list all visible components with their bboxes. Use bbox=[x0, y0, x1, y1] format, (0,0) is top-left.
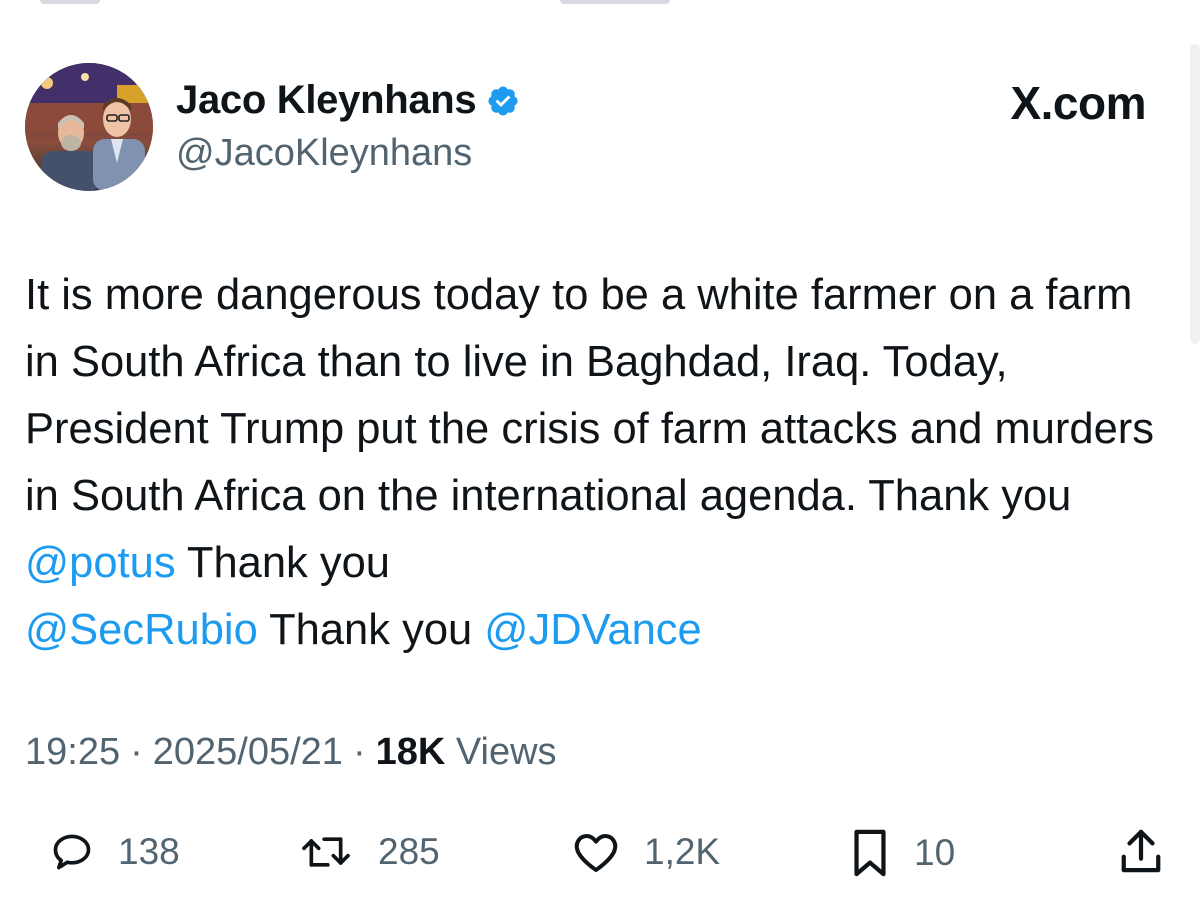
meta-separator: · bbox=[130, 731, 143, 773]
verified-badge-icon bbox=[486, 84, 520, 118]
views-label: Views bbox=[455, 731, 557, 773]
repost-button[interactable]: 285 bbox=[298, 830, 440, 874]
reply-icon bbox=[50, 830, 94, 874]
previous-tweet-edge bbox=[0, 0, 1200, 6]
author-name-row[interactable]: Jaco Kleynhans bbox=[176, 78, 520, 123]
bookmark-button[interactable]: 10 bbox=[850, 828, 955, 878]
mention-secrubio[interactable]: @SecRubio bbox=[25, 606, 258, 654]
bookmark-count: 10 bbox=[914, 832, 956, 873]
share-button[interactable] bbox=[1118, 826, 1164, 876]
tweet-date[interactable]: 2025/05/21 bbox=[153, 731, 343, 774]
like-button[interactable]: 1,2K bbox=[572, 830, 720, 874]
scrollbar[interactable] bbox=[1190, 44, 1200, 344]
meta-separator: · bbox=[352, 731, 366, 773]
tweet-text-part: Thank you bbox=[257, 606, 485, 654]
mention-jdvance[interactable]: @JDVance bbox=[484, 606, 701, 654]
author-handle[interactable]: @JacoKleynhans bbox=[176, 132, 472, 175]
tweet-text-part: Thank you bbox=[175, 539, 390, 587]
like-count: 1,2K bbox=[644, 831, 721, 872]
reply-count: 138 bbox=[118, 831, 180, 872]
tweet-text-part: It is more dangerous today to be a white… bbox=[25, 271, 1155, 520]
repost-icon bbox=[298, 830, 354, 874]
bookmark-icon bbox=[850, 828, 890, 878]
tweet-meta: 19:25 · 2025/05/21 · 18K Views bbox=[25, 731, 557, 774]
repost-count: 285 bbox=[378, 831, 440, 872]
display-name[interactable]: Jaco Kleynhans bbox=[176, 78, 477, 123]
views-count: 18K bbox=[375, 731, 446, 773]
brand-logo-text: X.com bbox=[1010, 77, 1146, 129]
avatar-photo bbox=[25, 63, 153, 191]
mention-potus[interactable]: @potus bbox=[25, 539, 176, 587]
share-icon bbox=[1118, 826, 1164, 876]
tweet-time[interactable]: 19:25 bbox=[25, 731, 120, 774]
like-icon bbox=[572, 830, 620, 874]
tweet-actions-bar: 138 285 1,2K 10 bbox=[0, 818, 1200, 888]
avatar[interactable] bbox=[25, 63, 153, 191]
tweet-text: It is more dangerous today to be a white… bbox=[25, 262, 1175, 664]
reply-button[interactable]: 138 bbox=[50, 830, 180, 874]
